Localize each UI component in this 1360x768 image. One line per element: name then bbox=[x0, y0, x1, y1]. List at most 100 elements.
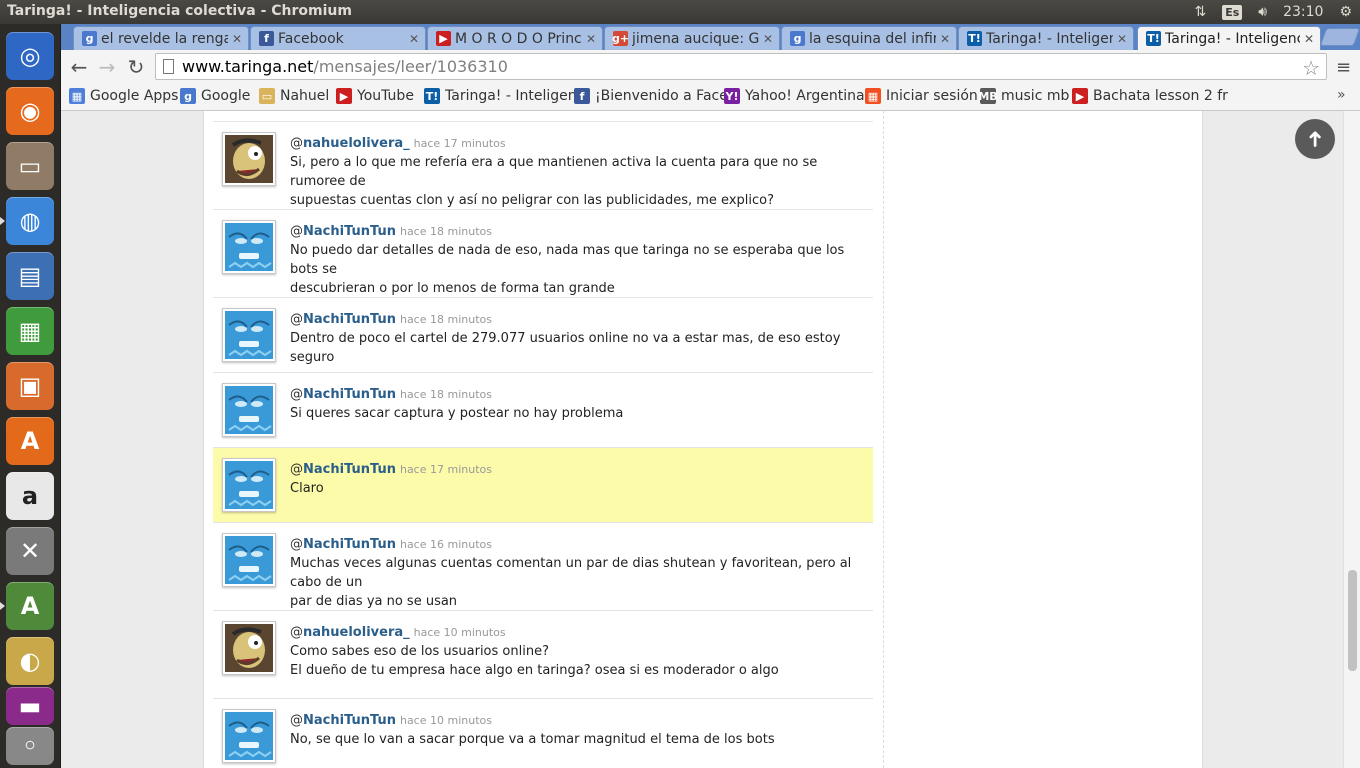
tab-close-icon[interactable]: ✕ bbox=[232, 32, 242, 46]
bookmark-label: Yahoo! Argentina bbox=[745, 88, 865, 104]
message-username[interactable]: NachiTunTun bbox=[303, 387, 396, 402]
network-icon[interactable]: ⇅ bbox=[1186, 0, 1214, 24]
bookmark-star-icon[interactable]: ☆ bbox=[1302, 56, 1320, 80]
scrollbar[interactable] bbox=[1343, 111, 1360, 768]
dvd-icon[interactable]: ◦ bbox=[6, 727, 54, 765]
system-gear-icon[interactable]: ⚙ bbox=[1331, 0, 1360, 24]
chrome-menu-icon[interactable]: ≡ bbox=[1336, 57, 1351, 78]
mention-at: @ bbox=[290, 625, 303, 640]
left-gutter bbox=[61, 111, 203, 768]
bookmark-google[interactable]: g Google bbox=[180, 88, 250, 104]
avatar[interactable] bbox=[222, 132, 276, 186]
reload-icon[interactable]: ↻ bbox=[124, 55, 148, 79]
message-text: Como sabes eso de los usuarios online? El… bbox=[290, 642, 865, 680]
tab-close-icon[interactable]: ✕ bbox=[940, 32, 950, 46]
bookmark-yahoo-argentina[interactable]: Y! Yahoo! Argentina bbox=[724, 88, 865, 104]
message-text: Si queres sacar captura y postear no hay… bbox=[290, 404, 865, 423]
avatar[interactable] bbox=[222, 458, 276, 512]
tab-7[interactable]: T! Taringa! - Inteligenc ✕ bbox=[1137, 26, 1321, 50]
address-bar[interactable]: www.taringa.net/mensajes/leer/1036310 ☆ bbox=[155, 53, 1327, 80]
tab-strip: g el revelde la renga c ✕ f Facebook ✕ ▶ M O R … bbox=[61, 24, 1360, 50]
tab-close-icon[interactable]: ✕ bbox=[1304, 32, 1314, 46]
tab-favicon-icon: g bbox=[790, 31, 805, 46]
bookmark-nahuel[interactable]: ▭ Nahuel bbox=[259, 88, 329, 104]
avatar[interactable] bbox=[222, 621, 276, 675]
amazon-icon[interactable]: a bbox=[6, 472, 54, 520]
bookmark-bachata-lesson-2-fr[interactable]: ▶ Bachata lesson 2 fr bbox=[1072, 88, 1228, 104]
keyboard-layout-label: Es bbox=[1222, 4, 1243, 20]
chromium-icon[interactable]: ◍ bbox=[6, 197, 54, 245]
bookmark-iniciar-sesi-n[interactable]: ▦ Iniciar sesión bbox=[865, 88, 978, 104]
bookmark-icon: ▦ bbox=[865, 88, 881, 104]
message-header: @NachiTunTun hace 10 minutos bbox=[290, 713, 492, 728]
message-username[interactable]: NachiTunTun bbox=[303, 713, 396, 728]
tab-close-icon[interactable]: ✕ bbox=[1117, 32, 1127, 46]
writer-icon[interactable]: ▤ bbox=[6, 252, 54, 300]
calc-icon[interactable]: ▦ bbox=[6, 307, 54, 355]
clock[interactable]: 23:10 bbox=[1275, 0, 1331, 24]
window-title: Taringa! - Inteligencia colectiva - Chro… bbox=[7, 3, 352, 19]
new-tab-button[interactable] bbox=[1319, 28, 1360, 46]
scroll-to-top-button[interactable]: ➜ bbox=[1295, 119, 1335, 159]
bookmark-icon: ▶ bbox=[336, 88, 352, 104]
bookmark-music-mb[interactable]: MB music mb bbox=[978, 88, 1070, 104]
toolbar: ← → ↻ www.taringa.net/mensajes/leer/1036… bbox=[61, 50, 1360, 83]
tab-close-icon[interactable]: ✕ bbox=[586, 32, 596, 46]
message-username[interactable]: NachiTunTun bbox=[303, 462, 396, 477]
tab-5[interactable]: g la esquina del infinit ✕ bbox=[781, 26, 957, 50]
keyboard-layout-indicator[interactable]: Es bbox=[1214, 0, 1250, 24]
tab-6[interactable]: T! Taringa! - Inteligenc ✕ bbox=[958, 26, 1134, 50]
avatar[interactable] bbox=[222, 383, 276, 437]
update-manager-icon[interactable]: A bbox=[6, 582, 54, 630]
image-viewer-icon[interactable]: ◐ bbox=[6, 637, 54, 685]
bookmark-taringa-inteligen[interactable]: T! Taringa! - Inteligen bbox=[424, 88, 577, 104]
bookmark-icon: g bbox=[180, 88, 196, 104]
firefox-icon[interactable]: ◉ bbox=[6, 87, 54, 135]
bookmark-bienvenido-a-face[interactable]: f ¡Bienvenido a Face bbox=[574, 88, 728, 104]
message-line: No puedo dar detalles de nada de eso, na… bbox=[290, 243, 845, 277]
message-time: hace 17 minutos bbox=[399, 463, 492, 476]
impress-icon[interactable]: ▣ bbox=[6, 362, 54, 410]
message-text: Dentro de poco el cartel de 279.077 usua… bbox=[290, 329, 865, 367]
cartoon-avatar-icon bbox=[225, 135, 273, 183]
avatar[interactable] bbox=[222, 308, 276, 362]
tab-favicon-icon: f bbox=[259, 31, 274, 46]
message-username[interactable]: NachiTunTun bbox=[303, 224, 396, 239]
bookmark-google-apps[interactable]: ▦ Google Apps bbox=[69, 88, 178, 104]
bookmark-youtube[interactable]: ▶ YouTube bbox=[336, 88, 414, 104]
message-line: Dentro de poco el cartel de 279.077 usua… bbox=[290, 331, 841, 365]
tab-close-icon[interactable]: ✕ bbox=[409, 32, 419, 46]
files-icon[interactable]: ▭ bbox=[6, 142, 54, 190]
tab-4[interactable]: g+jimena aucique: Goo ✕ bbox=[604, 26, 780, 50]
message-username[interactable]: NachiTunTun bbox=[303, 537, 396, 552]
back-arrow-icon[interactable]: ← bbox=[67, 55, 91, 79]
tab-3[interactable]: ▶ M O R O D O Prince ✕ bbox=[427, 26, 603, 50]
avatar[interactable] bbox=[222, 533, 276, 587]
message-username[interactable]: nahuelolivera_ bbox=[303, 136, 410, 151]
workspace-switcher-icon[interactable]: ▬ bbox=[6, 687, 54, 725]
message-time: hace 18 minutos bbox=[399, 388, 492, 401]
unity-launcher: ◎ ◉ ▭ ◍ ▤ ▦ ▣ Aa ✕ A ◐ ▬ ◦ bbox=[0, 24, 61, 768]
avatar[interactable] bbox=[222, 220, 276, 274]
chromium-window: g el revelde la renga c ✕ f Facebook ✕ ▶ M O R … bbox=[61, 24, 1360, 768]
avatar[interactable] bbox=[222, 709, 276, 763]
forward-arrow-icon[interactable]: → bbox=[95, 55, 119, 79]
message-line: Si queres sacar captura y postear no hay… bbox=[290, 406, 624, 421]
bookmarks-overflow-icon[interactable]: » bbox=[1337, 87, 1346, 103]
bookmark-label: music mb bbox=[1001, 88, 1070, 104]
bookmark-icon: ▭ bbox=[259, 88, 275, 104]
system-settings-icon[interactable]: ✕ bbox=[6, 527, 54, 575]
volume-icon[interactable]: 🔊︎ bbox=[1250, 0, 1275, 24]
message-username[interactable]: nahuelolivera_ bbox=[303, 625, 410, 640]
tab-1[interactable]: g el revelde la renga c ✕ bbox=[73, 26, 249, 50]
message-username[interactable]: NachiTunTun bbox=[303, 312, 396, 327]
software-center-icon[interactable]: A bbox=[6, 417, 54, 465]
tab-close-icon[interactable]: ✕ bbox=[763, 32, 773, 46]
scrollbar-thumb[interactable] bbox=[1348, 570, 1357, 671]
bookmark-icon: Y! bbox=[724, 88, 740, 104]
message-line: Si, pero a lo que me refería era a que m… bbox=[290, 155, 818, 189]
message-item: @NachiTunTun hace 18 minutos No puedo dar … bbox=[213, 209, 873, 297]
tab-favicon-icon: g bbox=[82, 31, 97, 46]
tab-2[interactable]: f Facebook ✕ bbox=[250, 26, 426, 50]
ubuntu-dash-icon[interactable]: ◎ bbox=[6, 32, 54, 80]
